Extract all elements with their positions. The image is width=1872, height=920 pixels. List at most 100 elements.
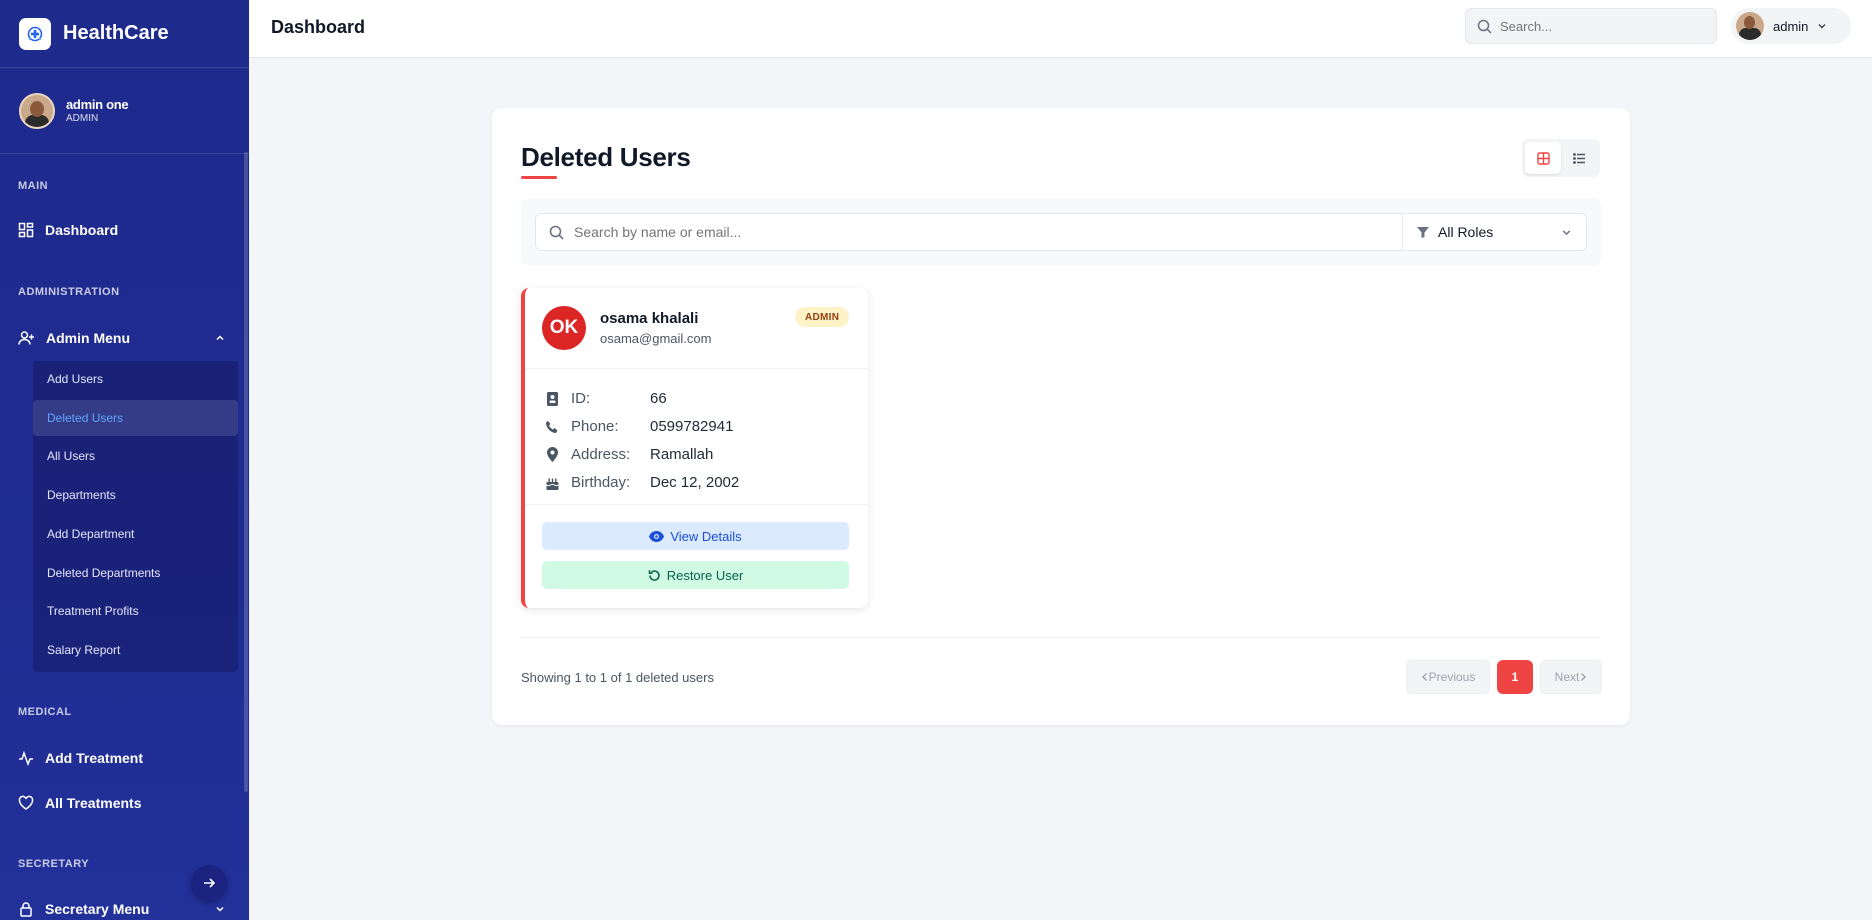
- previous-page-button[interactable]: Previous: [1406, 660, 1490, 694]
- sidebar-item-label: Secretary Menu: [45, 901, 150, 917]
- chevron-left-icon: [1421, 673, 1427, 681]
- cake-icon: [545, 476, 559, 490]
- sidebar-item-all-treatments[interactable]: All Treatments: [18, 795, 141, 811]
- divider: [525, 368, 868, 369]
- info-value: 66: [650, 390, 667, 407]
- info-row-birthday: Birthday: Dec 12, 2002: [545, 474, 739, 491]
- sidebar-item-deleted-users[interactable]: Deleted Users: [33, 400, 238, 436]
- sidebar-item-secretary-menu[interactable]: Secretary Menu: [18, 901, 224, 917]
- sidebar-item-add-treatment[interactable]: Add Treatment: [18, 750, 143, 766]
- section-label-medical: MEDICAL: [18, 706, 72, 718]
- heart-icon: [18, 795, 34, 810]
- eye-icon: [649, 530, 665, 542]
- chevron-down-icon: [1562, 229, 1571, 235]
- avatar: [19, 92, 55, 129]
- filter-icon: [1417, 227, 1429, 238]
- sidebar-item-dashboard[interactable]: Dashboard: [18, 222, 118, 238]
- top-header: Dashboard admin: [249, 0, 1872, 58]
- title-underline: [521, 176, 557, 179]
- sidebar-collapse-button[interactable]: [191, 865, 227, 901]
- header-search-input[interactable]: [1500, 18, 1700, 34]
- info-row-address: Address: Ramallah: [545, 446, 713, 463]
- sidebar-profile[interactable]: admin one ADMIN: [0, 68, 249, 154]
- sidebar-item-label: Admin Menu: [46, 330, 130, 346]
- header-search[interactable]: [1465, 8, 1717, 44]
- view-details-label: View Details: [670, 528, 742, 544]
- deleted-users-panel: Deleted Users All Roles OK osama khalali…: [492, 108, 1630, 725]
- restore-user-button[interactable]: Restore User: [542, 561, 849, 589]
- sidebar-item-add-department[interactable]: Add Department: [33, 516, 238, 552]
- grid-icon: [1536, 151, 1550, 165]
- previous-label: Previous: [1428, 670, 1476, 684]
- lock-icon: [20, 902, 32, 917]
- restore-user-label: Restore User: [666, 567, 744, 583]
- view-details-button[interactable]: View Details: [542, 522, 849, 550]
- chevron-up-icon: [216, 335, 224, 341]
- sidebar-item-label: Add Treatment: [45, 750, 144, 766]
- admin-submenu: Add Users Deleted Users All Users Depart…: [33, 361, 238, 672]
- info-value: 0599782941: [650, 418, 734, 435]
- user-plus-icon: [18, 331, 34, 345]
- map-pin-icon: [545, 447, 559, 462]
- sidebar-item-deleted-departments[interactable]: Deleted Departments: [33, 555, 238, 591]
- info-label: Address:: [571, 446, 631, 463]
- pagination-summary: Showing 1 to 1 of 1 deleted users: [521, 670, 714, 685]
- next-page-button[interactable]: Next: [1540, 660, 1602, 694]
- chevron-down-icon: [1818, 24, 1826, 29]
- profile-role: ADMIN: [66, 113, 99, 124]
- activity-icon: [19, 750, 33, 766]
- sidebar-item-admin-menu[interactable]: Admin Menu: [18, 330, 224, 346]
- sidebar-item-departments[interactable]: Departments: [33, 477, 238, 513]
- sidebar-scrollbar[interactable]: [244, 152, 248, 792]
- list-icon: [1572, 152, 1585, 164]
- sidebar-item-treatment-profits[interactable]: Treatment Profits: [33, 593, 238, 629]
- role-filter-value: All Roles: [1438, 224, 1494, 240]
- chevron-down-icon: [216, 906, 224, 912]
- chevron-right-icon: [1581, 673, 1587, 681]
- restore-icon: [648, 569, 660, 581]
- brand[interactable]: HealthCare: [0, 0, 249, 68]
- list-view-button[interactable]: [1561, 142, 1597, 174]
- page-title: Deleted Users: [521, 142, 691, 172]
- info-row-id: ID: 66: [545, 390, 667, 407]
- sidebar-item-salary-report[interactable]: Salary Report: [33, 632, 238, 668]
- user-menu[interactable]: admin: [1731, 8, 1851, 44]
- arrow-right-icon: [204, 878, 216, 888]
- grid-view-button[interactable]: [1525, 142, 1561, 174]
- role-badge: ADMIN: [795, 307, 850, 327]
- page-button-1[interactable]: 1: [1497, 660, 1533, 694]
- sidebar-item-label: All Treatments: [45, 795, 142, 811]
- info-row-phone: Phone: 0599782941: [545, 418, 733, 435]
- next-label: Next: [1554, 670, 1580, 684]
- app-name: HealthCare: [63, 22, 169, 44]
- info-label: ID:: [571, 390, 591, 407]
- user-email: osama@gmail.com: [600, 331, 712, 346]
- healthcare-logo-icon: [19, 17, 51, 50]
- user-search-input[interactable]: [574, 224, 1374, 240]
- id-card-icon: [545, 391, 559, 406]
- filter-bar: All Roles: [521, 198, 1601, 266]
- section-label-main: MAIN: [18, 180, 49, 192]
- role-filter-select[interactable]: All Roles: [1402, 213, 1587, 251]
- search-icon: [1477, 19, 1492, 34]
- view-toggle: [1522, 139, 1600, 177]
- sidebar-item-all-users[interactable]: All Users: [33, 438, 238, 474]
- info-value: Ramallah: [650, 446, 714, 463]
- info-value: Dec 12, 2002: [650, 474, 740, 491]
- divider: [521, 637, 1601, 638]
- sidebar: HealthCare admin one ADMIN MAIN Dashboar…: [0, 0, 249, 920]
- user-card: OK osama khalali osama@gmail.com ADMIN I…: [521, 288, 868, 608]
- avatar: [1736, 12, 1764, 40]
- section-label-secretary: SECRETARY: [18, 858, 90, 870]
- info-label: Phone:: [571, 418, 619, 435]
- info-label: Birthday:: [571, 474, 631, 491]
- user-name: osama khalali: [600, 310, 699, 327]
- search-icon: [549, 225, 564, 240]
- section-label-administration: ADMINISTRATION: [18, 286, 120, 298]
- sidebar-item-label: Dashboard: [45, 222, 119, 238]
- profile-name: admin one: [66, 97, 129, 112]
- user-initials-avatar: OK: [542, 306, 586, 350]
- user-search[interactable]: [535, 213, 1403, 251]
- phone-icon: [545, 420, 559, 434]
- sidebar-item-add-users[interactable]: Add Users: [33, 361, 238, 397]
